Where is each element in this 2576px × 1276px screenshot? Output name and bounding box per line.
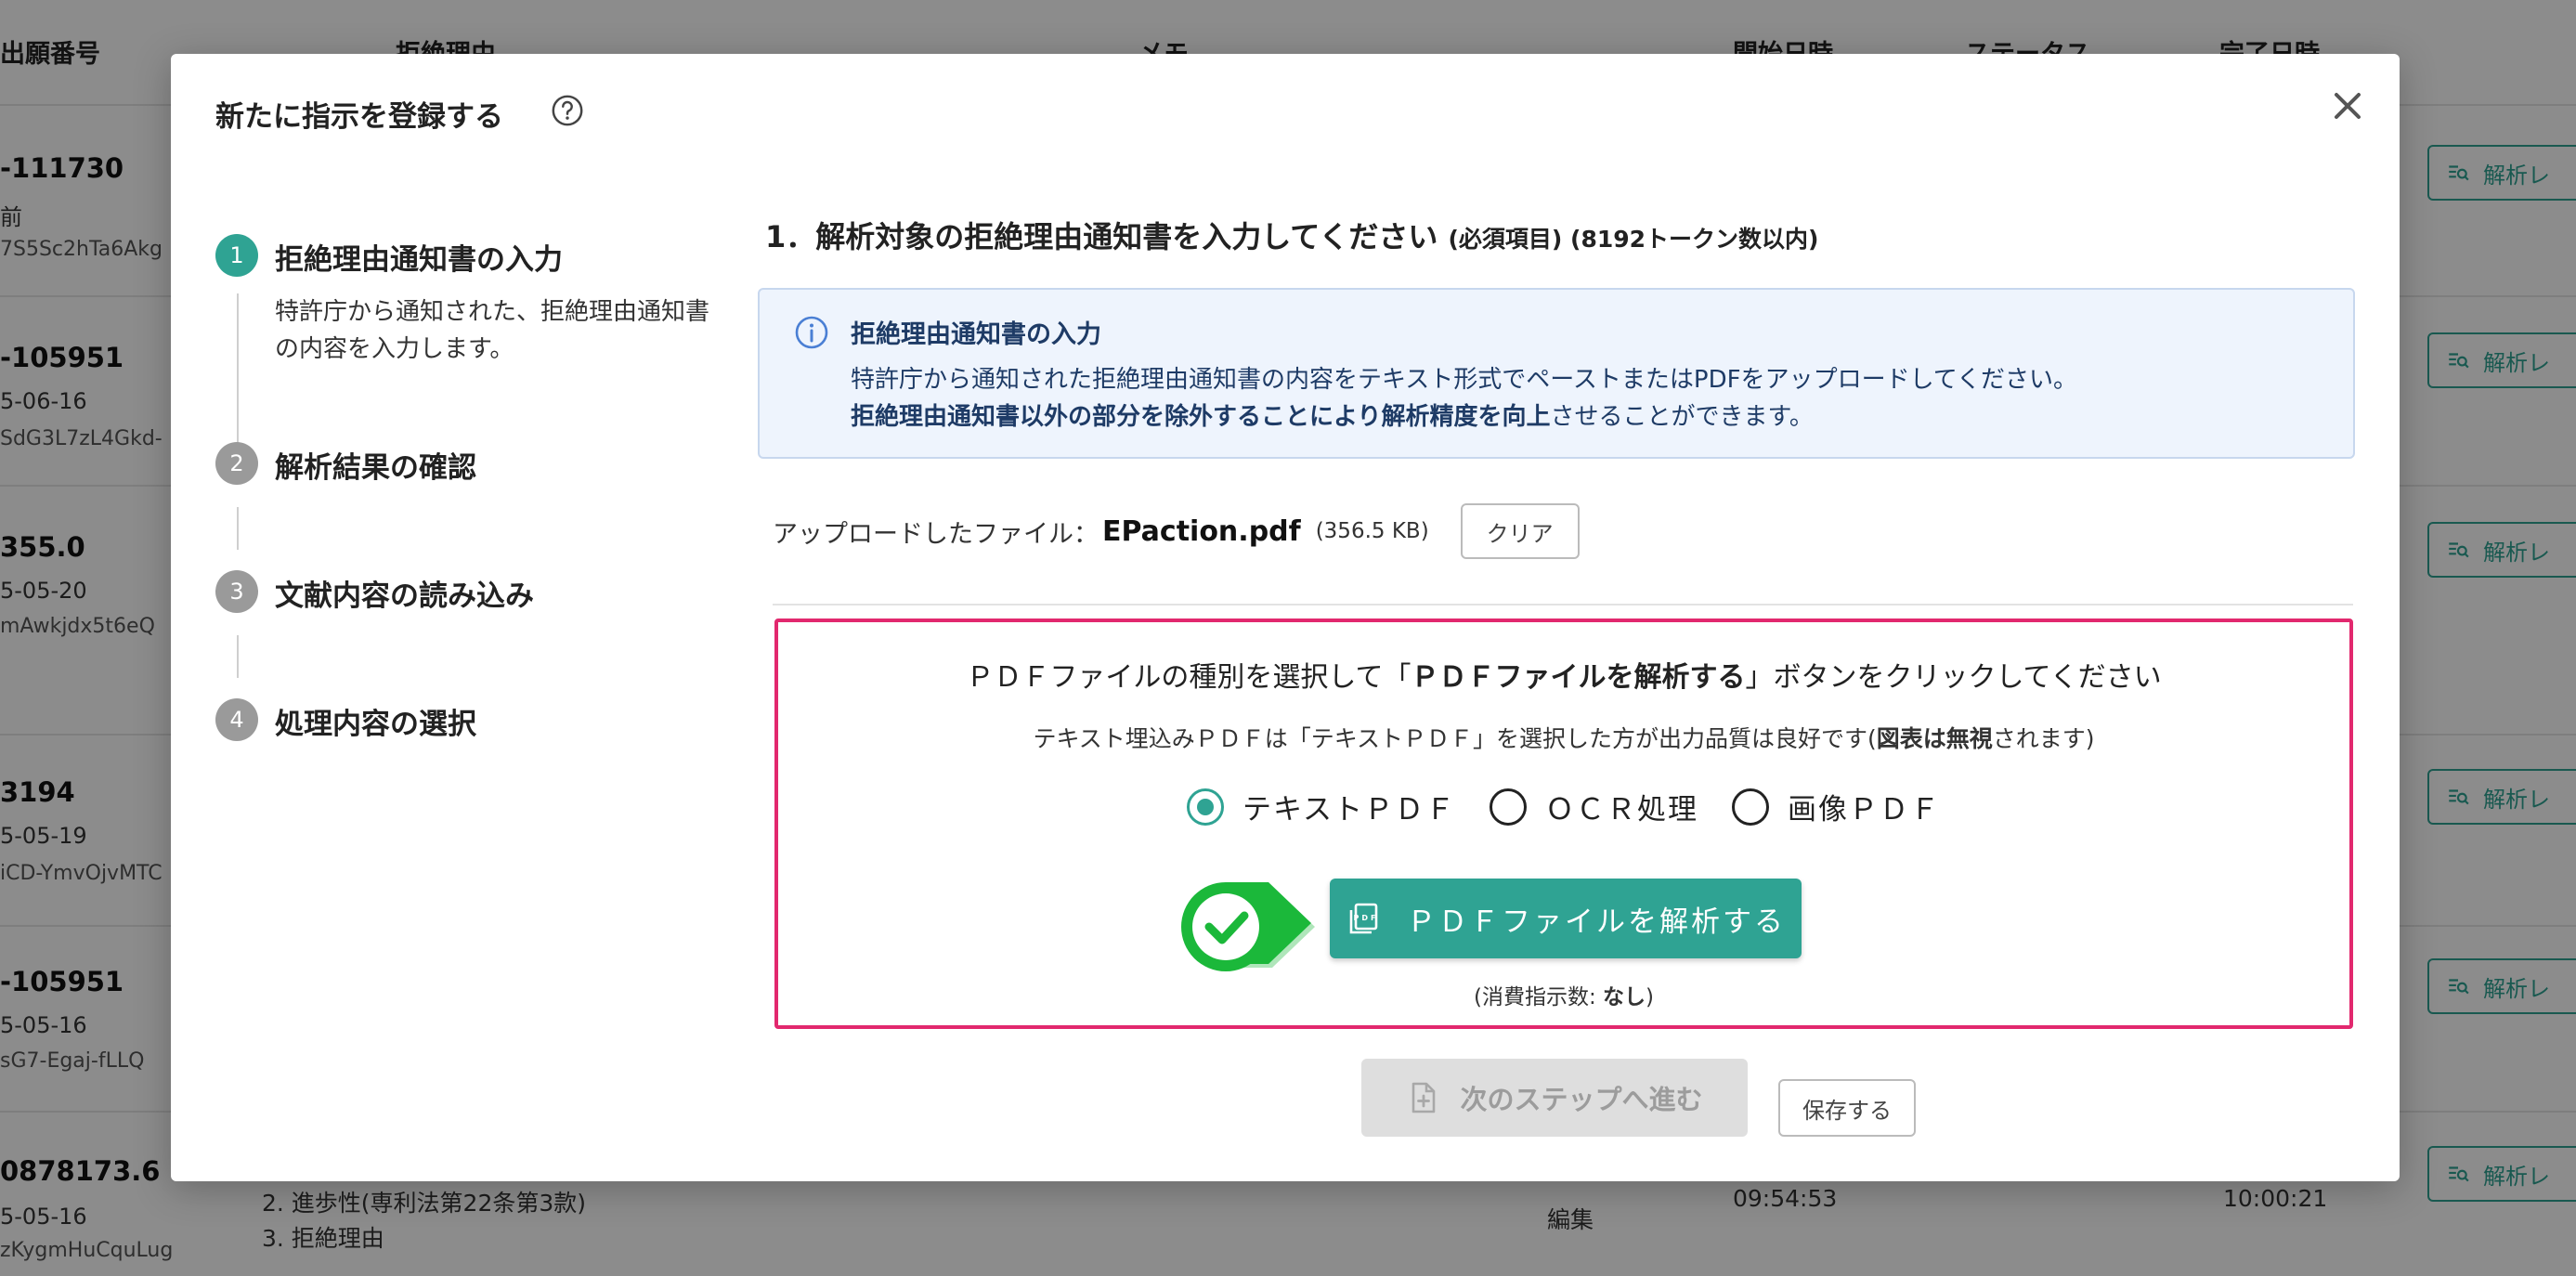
file-plus-icon [1412, 1082, 1436, 1113]
step-number: 3 [215, 570, 258, 613]
clear-button[interactable]: クリア [1460, 503, 1580, 559]
step-description: 特許庁から通知された、拒絶理由通知書の内容を入力します。 [275, 298, 710, 363]
radio-button-checked[interactable] [1186, 788, 1224, 826]
uploaded-file-row: アップロードしたファイル： EPaction.pdf (356.5 KB) クリ… [773, 503, 1580, 559]
info-text-2: 拒絶理由通知書以外の部分を除外することにより解析精度を向上させることができます。 [851, 397, 1814, 432]
uploaded-file-name: EPaction.pdf [1102, 514, 1301, 548]
step-label: 拒絶理由通知書の入力 [275, 243, 563, 277]
radio-image-pdf[interactable]: 画像ＰＤＦ [1732, 786, 1941, 827]
radio-button[interactable] [1490, 788, 1528, 826]
analyze-pdf-button[interactable]: PDF ＰＤＦファイルを解析する [1330, 879, 1802, 958]
radio-ocr[interactable]: ＯＣＲ処理 [1490, 786, 1698, 827]
pdf-type-radio-group: テキストＰＤＦ ＯＣＲ処理 画像ＰＤＦ [778, 786, 2349, 827]
step-connector [237, 507, 239, 550]
note-pre: テキスト埋込みＰＤＦは「テキストＰＤＦ」を選択した方が出力品質は良好です( [1033, 725, 1877, 752]
radio-text-pdf[interactable]: テキストＰＤＦ [1186, 786, 1457, 827]
register-instruction-modal: 新たに指示を登録する 1 拒絶理由通知書の入力 特許庁から通知された、拒絶理由通… [171, 54, 2400, 1181]
radio-label: 画像ＰＤＦ [1788, 793, 1942, 827]
close-icon[interactable] [2327, 85, 2368, 126]
check-badge-icon [1181, 882, 1315, 971]
pdf-note: テキスト埋込みＰＤＦは「テキストＰＤＦ」を選択した方が出力品質は良好です(図表は… [778, 721, 2349, 754]
modal-title: 新たに指示を登録する [215, 100, 503, 134]
save-button[interactable]: 保存する [1778, 1079, 1916, 1137]
section-title-text: 1．解析対象の拒絶理由通知書を入力してください [765, 219, 1438, 254]
instruction-post: 」ボタンをクリックしてください [1745, 661, 2162, 694]
note-post: されます) [1992, 725, 2095, 752]
info-emphasis: 拒絶理由通知書以外の部分を除外することにより解析精度を向上 [851, 403, 1551, 431]
uploaded-file-size: (356.5 KB) [1315, 519, 1429, 543]
note-emphasis: 図表は無視 [1876, 725, 1993, 752]
step-label: 解析結果の確認 [275, 451, 476, 485]
section-title-note: (必須項目) (8192トークン数以内) [1448, 226, 1819, 253]
divider [773, 604, 2353, 605]
step-number: 1 [215, 234, 258, 277]
consume-value: なし [1603, 985, 1646, 1009]
step-connector [237, 635, 239, 678]
section-title: 1．解析対象の拒絶理由通知書を入力してください (必須項目) (8192トークン… [765, 214, 1819, 256]
consume-post: ) [1646, 985, 1655, 1009]
info-box: 拒絶理由通知書の入力 特許庁から通知された拒絶理由通知書の内容をテキスト形式でペ… [758, 288, 2355, 459]
pdf-analysis-panel: ＰＤＦファイルの種別を選択して「ＰＤＦファイルを解析する」ボタンをクリックしてく… [774, 618, 2353, 1029]
info-text: 特許庁から通知された拒絶理由通知書の内容をテキスト形式でペーストまたはPDFをア… [851, 366, 2078, 394]
radio-label: ＯＣＲ処理 [1545, 793, 1699, 827]
next-step-button[interactable]: 次のステップへ進む [1361, 1059, 1748, 1137]
uploaded-file-label: アップロードしたファイル： [773, 519, 1099, 549]
radio-button[interactable] [1732, 788, 1770, 826]
instruction-emphasis: ＰＤＦファイルを解析する [1411, 661, 1746, 694]
pdf-instruction: ＰＤＦファイルの種別を選択して「ＰＤＦファイルを解析する」ボタンをクリックしてく… [778, 654, 2349, 695]
info-text-rest: させることができます。 [1550, 403, 1814, 431]
info-icon [795, 316, 828, 349]
step-label: 処理内容の選択 [275, 708, 476, 741]
next-step-label: 次のステップへ進む [1460, 1084, 1703, 1115]
consume-pre: (消費指示数: [1473, 985, 1604, 1009]
step-label: 文献内容の読み込み [275, 579, 534, 613]
step-number: 4 [215, 698, 258, 741]
step-number: 2 [215, 442, 258, 485]
analyze-pdf-label: ＰＤＦファイルを解析する [1407, 905, 1786, 939]
consumed-instructions: (消費指示数: なし) [778, 979, 2349, 1010]
pdf-file-icon: PDF [1349, 903, 1379, 934]
radio-label: テキストＰＤＦ [1242, 793, 1457, 827]
instruction-pre: ＰＤＦファイルの種別を選択して「 [966, 661, 1412, 694]
svg-text:PDF: PDF [1354, 914, 1379, 922]
help-circle-icon[interactable] [550, 93, 585, 128]
info-title: 拒絶理由通知書の入力 [851, 320, 1101, 349]
